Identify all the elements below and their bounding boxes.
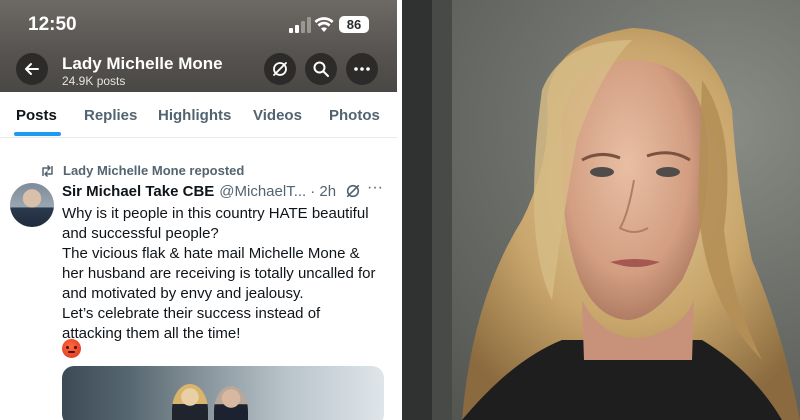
tab-videos[interactable]: Videos <box>253 107 302 124</box>
wifi-icon <box>314 17 334 32</box>
tweet-text: Why is it people in this country HATE be… <box>62 204 392 344</box>
tweet-image[interactable] <box>62 366 384 420</box>
signal-icon <box>289 17 311 33</box>
tweet-line: and motivated by envy and jealousy. <box>62 285 304 302</box>
angry-face-emoji-icon <box>62 339 81 358</box>
more-icon <box>354 67 370 71</box>
status-time: 12:50 <box>28 14 77 35</box>
tweet-more-icon[interactable]: ··· <box>367 179 383 197</box>
back-arrow-icon <box>25 63 39 75</box>
woman-portrait-image <box>402 0 800 420</box>
repost-label: Lady Michelle Mone reposted <box>63 163 245 178</box>
tweet-line: Let’s celebrate their success instead of <box>62 305 321 322</box>
tweet-line: her husband are receiving is totally unc… <box>62 265 376 282</box>
author-name[interactable]: Sir Michael Take CBE <box>62 183 214 200</box>
image-person <box>214 386 248 420</box>
tab-highlights[interactable]: Highlights <box>158 107 231 124</box>
notifications-off-icon <box>273 62 287 76</box>
tweet-line: attacking them all the time! <box>62 325 241 342</box>
active-tab-indicator <box>14 132 61 136</box>
tweet-line: The vicious flak & hate mail Michelle Mo… <box>62 245 360 262</box>
notifications-button[interactable] <box>264 53 296 85</box>
phone-screenshot: 12:50 86 Lady Michelle Mone 24.9K posts <box>0 0 397 420</box>
repost-indicator: Lady Michelle Mone reposted <box>40 163 244 178</box>
search-button[interactable] <box>305 53 337 85</box>
tweet-author-line: Sir Michael Take CBE @MichaelT... · 2h ·… <box>62 179 387 200</box>
profile-name: Lady Michelle Mone <box>62 54 223 73</box>
portrait-photo <box>402 0 800 420</box>
author-avatar[interactable] <box>10 183 54 227</box>
repost-icon <box>42 164 53 177</box>
tweet-time[interactable]: · 2h <box>310 183 336 200</box>
author-handle[interactable]: @MichaelT... <box>219 183 306 200</box>
more-button[interactable] <box>346 53 378 85</box>
post-count: 24.9K posts <box>62 74 126 88</box>
tweet-line: Why is it people in this country HATE be… <box>62 205 369 222</box>
tab-replies[interactable]: Replies <box>84 107 137 124</box>
back-button[interactable] <box>16 53 48 85</box>
battery-icon: 86 <box>339 16 369 33</box>
tweet-line: and successful people? <box>62 225 219 242</box>
tab-posts[interactable]: Posts <box>16 107 57 124</box>
search-icon <box>313 61 329 77</box>
profile-tabs: Posts Replies Highlights Videos Photos <box>0 92 397 138</box>
grok-icon[interactable] <box>345 183 361 199</box>
image-person <box>172 384 208 420</box>
tab-photos[interactable]: Photos <box>329 107 380 124</box>
